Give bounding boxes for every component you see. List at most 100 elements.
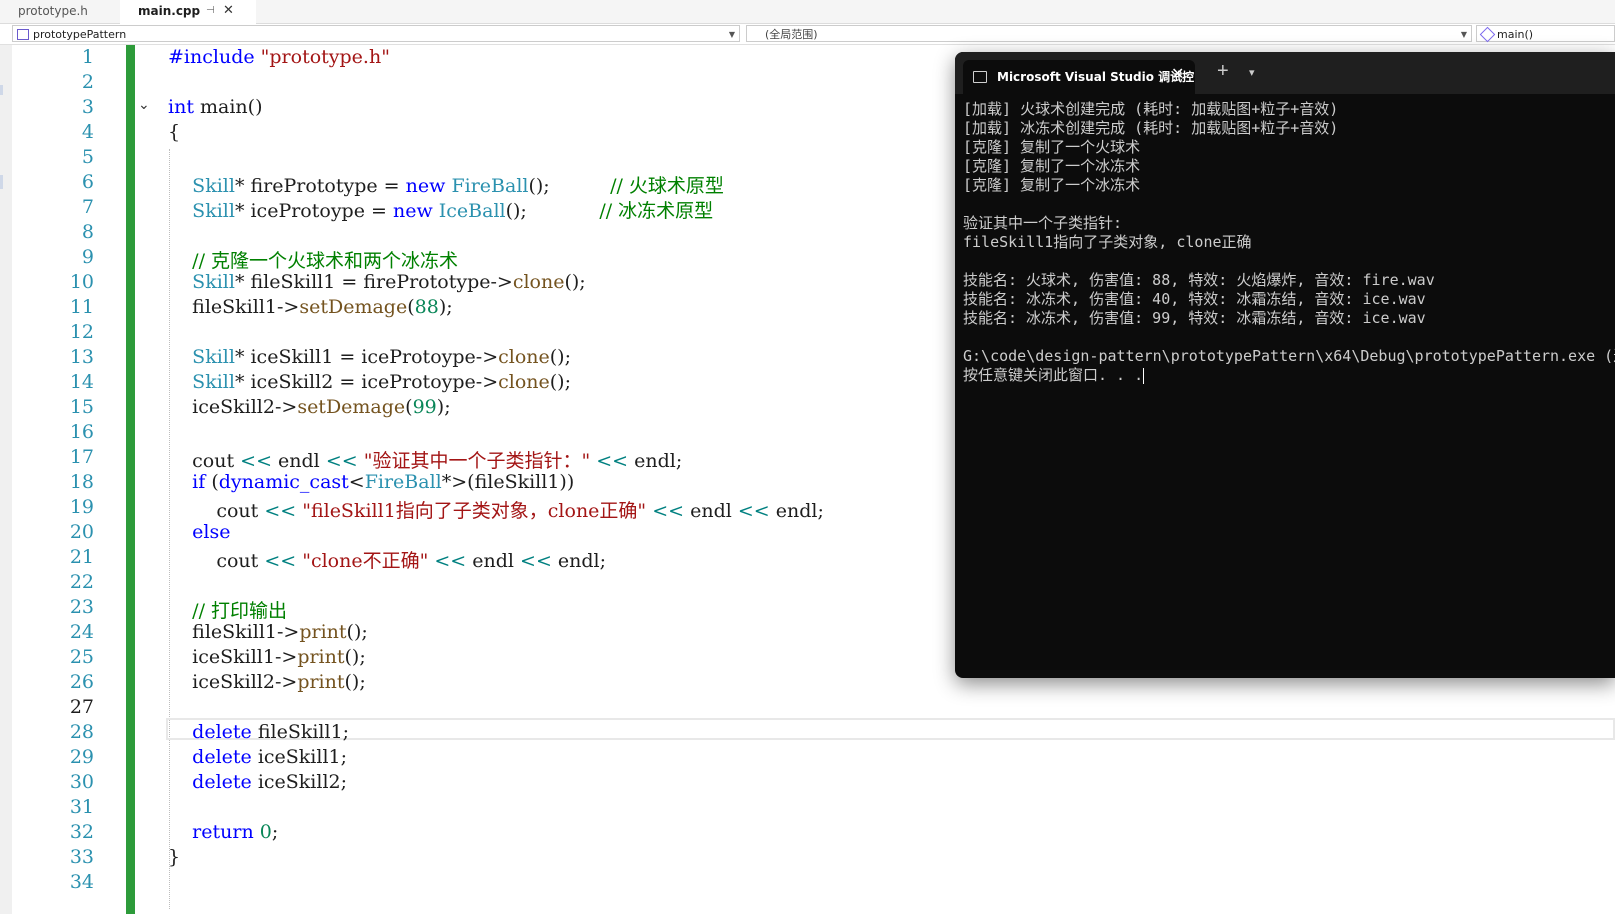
- code-line[interactable]: iceSkill1->print();: [168, 646, 366, 668]
- code-token: ();: [344, 671, 366, 693]
- debug-console-window[interactable]: Microsoft Visual Studio 调试控 ✕ + ▾ [加载] 火…: [955, 52, 1615, 678]
- code-token: int: [168, 96, 194, 118]
- code-line[interactable]: return 0;: [168, 821, 278, 843]
- function-icon: [1479, 26, 1496, 43]
- code-token: "clone不正确": [302, 550, 429, 572]
- console-line: 技能名: 火球术, 伤害值: 88, 特效: 火焰爆炸, 音效: fire.wa…: [963, 271, 1615, 290]
- line-number: 28: [69, 721, 94, 743]
- code-line[interactable]: int main(): [168, 96, 262, 118]
- line-number: 10: [69, 271, 94, 293]
- code-line[interactable]: fileSkill1->print();: [168, 621, 368, 643]
- line-number: 13: [69, 346, 94, 368]
- code-line[interactable]: if (dynamic_cast<FireBall*>(fileSkill1)): [168, 471, 574, 493]
- tab-prototype-h[interactable]: prototype.h: [0, 0, 130, 23]
- new-tab-plus-icon[interactable]: +: [1217, 60, 1229, 83]
- current-line-highlight: [166, 718, 1615, 740]
- code-line[interactable]: cout << "clone不正确" << endl << endl;: [168, 546, 606, 573]
- code-line[interactable]: }: [168, 846, 180, 868]
- code-token: endl;: [628, 450, 683, 472]
- code-token: print: [299, 621, 347, 643]
- close-console-icon[interactable]: ✕: [1171, 64, 1184, 84]
- code-line[interactable]: Skill* iceSkill1 = iceProtoype->clone();: [168, 346, 571, 368]
- code-line[interactable]: else: [168, 521, 230, 543]
- code-token: new: [392, 200, 433, 222]
- line-number: 15: [69, 396, 94, 418]
- line-number: 23: [69, 596, 94, 618]
- console-line: [克隆] 复制了一个火球术: [963, 138, 1615, 157]
- code-line[interactable]: delete iceSkill2;: [168, 771, 347, 793]
- code-token: ();: [528, 175, 611, 197]
- code-token: Skill: [192, 371, 235, 393]
- code-token: endl;: [769, 500, 824, 522]
- code-token: endl;: [551, 550, 607, 572]
- line-number: 16: [69, 421, 94, 443]
- code-token: <<: [737, 500, 770, 522]
- dropdown-arrow-icon: ▼: [1460, 30, 1467, 39]
- code-token: "prototype.h": [260, 46, 390, 68]
- tab-main-cpp[interactable]: main.cpp ⊣ ✕: [120, 0, 256, 24]
- function-dropdown[interactable]: main(): [1476, 25, 1615, 43]
- line-number: 21: [69, 546, 94, 568]
- code-token: <<: [596, 450, 629, 472]
- code-token: setDemage: [297, 396, 406, 418]
- console-output[interactable]: [加载] 火球术创建完成 (耗时: 加载贴图+粒子+音效) [加载] 冰冻术创建完…: [963, 100, 1615, 670]
- console-text: [克隆] 复制了一个火球术: [963, 138, 1141, 156]
- code-line[interactable]: Skill* iceProtoype = new IceBall(); // 冰…: [168, 196, 713, 223]
- code-line[interactable]: {: [168, 121, 180, 143]
- project-dropdown[interactable]: prototypePattern ▼: [12, 25, 740, 42]
- code-token: Skill: [192, 200, 235, 222]
- code-line[interactable]: cout << endl << "验证其中一个子类指针：" << endl;: [168, 446, 682, 473]
- code-line[interactable]: Skill* firePrototype = new FireBall(); /…: [168, 171, 724, 198]
- code-token: cout: [168, 450, 241, 472]
- code-token: Skill: [192, 346, 235, 368]
- code-line[interactable]: iceSkill2->setDemage(99);: [168, 396, 450, 418]
- collapse-chevron-icon[interactable]: ⌄: [138, 96, 150, 113]
- code-line[interactable]: Skill* fileSkill1 = firePrototype->clone…: [168, 271, 586, 293]
- navigation-bar: prototypePattern ▼ (全局范围) ▼ main(): [0, 24, 1615, 45]
- line-number: 20: [69, 521, 94, 543]
- console-text: [加载] 火球术创建完成 (耗时: 加载贴图+粒子+音效): [963, 100, 1339, 118]
- code-line[interactable]: cout << "fileSkill1指向了子类对象，clone正确" << e…: [168, 496, 824, 523]
- line-number: 1: [81, 46, 94, 68]
- code-token: <<: [264, 550, 297, 572]
- scope-dropdown[interactable]: (全局范围) ▼: [746, 25, 1472, 42]
- code-line[interactable]: iceSkill2->print();: [168, 671, 366, 693]
- code-token: <<: [434, 550, 467, 572]
- console-text: [克隆] 复制了一个冰冻术: [963, 157, 1141, 175]
- code-token: ();: [549, 346, 571, 368]
- code-line[interactable]: #include "prototype.h": [168, 46, 390, 68]
- function-name: main(): [1497, 28, 1534, 41]
- console-tab[interactable]: Microsoft Visual Studio 调试控 ✕: [963, 60, 1195, 94]
- code-token: * firePrototype =: [234, 175, 406, 197]
- terminal-icon: [973, 71, 987, 83]
- chevron-down-icon[interactable]: ▾: [1249, 66, 1255, 79]
- close-tab-icon[interactable]: ✕: [223, 0, 234, 22]
- code-line[interactable]: // 打印输出: [168, 596, 287, 623]
- console-line: 验证其中一个子类指针:: [963, 214, 1615, 233]
- code-token: (: [405, 396, 413, 418]
- pin-icon[interactable]: ⊣: [206, 0, 215, 22]
- code-token: <<: [264, 500, 297, 522]
- code-token: ();: [549, 371, 571, 393]
- code-token: Skill: [192, 271, 235, 293]
- code-line[interactable]: // 克隆一个火球术和两个冰冻术: [168, 246, 458, 273]
- code-token: endl: [466, 550, 521, 572]
- code-line[interactable]: delete iceSkill1;: [168, 746, 347, 768]
- code-line[interactable]: fileSkill1->setDemage(88);: [168, 296, 452, 318]
- line-number: 31: [69, 796, 94, 818]
- change-tracking-bar: [126, 45, 135, 914]
- console-line: 按任意键关闭此窗口. . .: [963, 366, 1615, 385]
- code-token: // 打印输出: [192, 600, 288, 622]
- code-line[interactable]: delete fileSkill1;: [168, 721, 349, 743]
- code-token: iceSkill1->: [168, 646, 298, 668]
- code-token: ;: [271, 821, 279, 843]
- line-number: 12: [69, 321, 94, 343]
- code-line[interactable]: Skill* iceSkill2 = iceProtoype->clone();: [168, 371, 571, 393]
- console-line: [加载] 火球术创建完成 (耗时: 加载贴图+粒子+音效): [963, 100, 1615, 119]
- code-token: iceSkill1;: [251, 746, 348, 768]
